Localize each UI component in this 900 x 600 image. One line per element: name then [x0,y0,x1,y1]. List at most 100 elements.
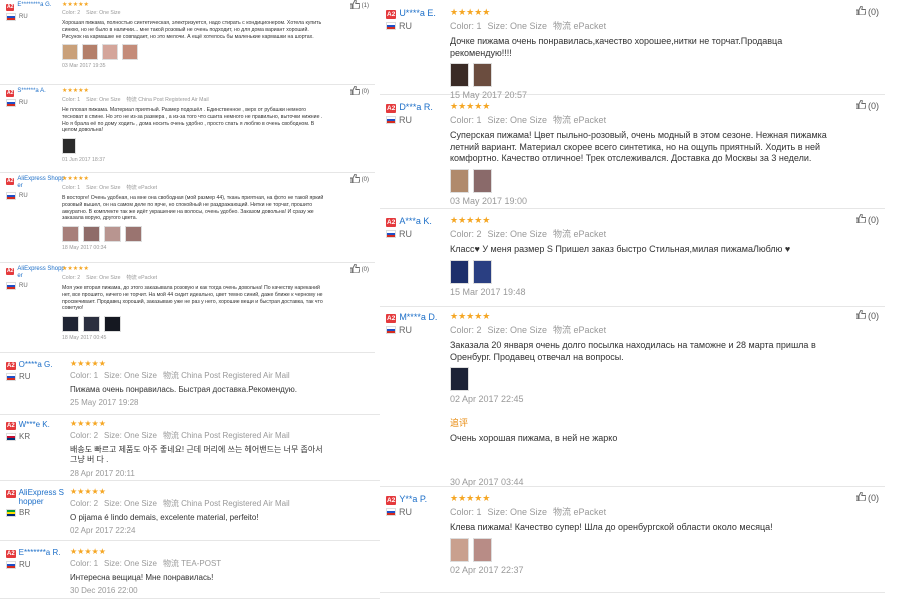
sku-size: Size: One Size [104,499,157,508]
reviewer-name[interactable]: AliExpress Shopper [17,176,66,190]
shipping-method: 物流 ePacket [553,325,607,335]
helpful-vote[interactable]: (0) [855,5,879,17]
reviewer-country: BR [6,508,66,517]
reviewer-name[interactable]: A***a K. [399,216,432,226]
reviewer-header: A2 D***a R. [386,102,446,113]
star-rating: ★★★★★ [62,266,89,272]
reviewer-header: A2 Y**a P. [386,494,446,505]
review-photo-thumbnail[interactable] [82,44,98,61]
country-flag-icon [386,508,396,516]
review-photo-thumbnail[interactable] [450,367,469,392]
helpful-vote[interactable]: (0) [855,213,879,225]
reviewer-name[interactable]: S******a A. [17,88,45,95]
thumbs-up-icon[interactable] [855,309,867,321]
review-photo-thumbnail[interactable] [62,316,79,332]
helpful-count: (0) [868,310,879,321]
reviewer-header: A2 AliExpress Shopper [6,176,66,190]
thumbs-up-icon[interactable] [855,5,867,17]
helpful-vote[interactable]: (0) [349,263,369,275]
review-photo-thumbnail[interactable] [62,44,78,61]
helpful-count: (0) [868,6,879,17]
sku-size: Size: One Size [487,229,548,239]
review-photo-thumbnail[interactable] [125,226,142,242]
country-code: KR [19,432,31,441]
review-photo-thumbnail[interactable] [473,63,492,88]
thumbs-up-icon[interactable] [349,173,361,185]
reviewer-name[interactable]: W***e K. [19,420,50,429]
helpful-vote[interactable]: (0) [349,173,369,185]
reviewer-level-badge: A2 [6,178,15,185]
reviewer-header: A2 E********a G. [6,2,66,11]
reviewer-name[interactable]: E*******a R. [19,548,61,557]
reviewer-country: RU [386,507,446,517]
shipping-method: 物流 China Post Registered Air Mail [126,97,209,103]
reviewer-level-badge: A2 [6,4,15,11]
review-item: A2 D***a R. RU ★★★★★ Color: 1 Size: One Size 物… [380,99,885,209]
reviewer-info: A2 E********a G. RU [6,2,66,21]
thumbs-up-icon[interactable] [349,85,361,97]
review-photo-thumbnail[interactable] [473,537,492,562]
review-body: ★★★★★ Color: 2 Size: One Size Хорошая пижам… [62,2,325,69]
star-rating: ★★★★★ [70,359,106,368]
review-photo-thumbnail[interactable] [62,226,79,242]
review-photo-thumbnail[interactable] [102,44,118,61]
helpful-vote[interactable]: (0) [855,491,879,503]
thumbs-up-icon[interactable] [349,0,361,11]
review-body: ★★★★★ Color: 2 Size: One Size 物流 ePacket Моя… [62,266,325,341]
country-flag-icon [6,99,16,107]
review-photo-thumbnail[interactable] [450,169,469,194]
reviewer-level-badge: A2 [6,490,16,498]
helpful-vote[interactable]: (1) [349,0,369,11]
review-sku-info: Color: 1 Size: One Size 物流 China Post Regi… [62,96,325,103]
review-photo-thumbnail[interactable] [83,226,100,242]
reviewer-level-badge: A2 [386,10,397,19]
review-date: 03 May 2017 19:00 [450,196,528,207]
helpful-vote[interactable]: (0) [855,99,879,111]
review-photos [450,537,835,562]
review-photo-thumbnail[interactable] [450,259,469,284]
reviewer-name[interactable]: AliExpress Shopper [17,266,66,280]
review-text: Дочке пижама очень понравилась,качество … [450,36,783,58]
star-rating: ★★★★★ [62,2,89,8]
star-rating: ★★★★★ [70,487,106,496]
thumbs-up-icon[interactable] [855,99,867,111]
reviewer-name[interactable]: D***a R. [399,102,433,112]
helpful-vote[interactable]: (0) [855,309,879,321]
country-flag-icon [6,508,16,517]
review-sku-info: Color: 1 Size: One Size 物流 TEA-POST [70,558,330,569]
reviewer-country: KR [6,432,66,441]
review-photos [450,367,835,392]
reviewer-name[interactable]: U****a E. [399,8,436,18]
review-photo-thumbnail[interactable] [473,169,492,194]
star-rating: ★★★★★ [70,419,106,428]
reviewer-name[interactable]: AliExpress Shopper [19,488,66,506]
thumbs-up-icon[interactable] [855,491,867,503]
review-text: Не плохая пижама. Материал приятный. Раз… [62,107,323,134]
review-photo-thumbnail[interactable] [450,537,469,562]
reviewer-name[interactable]: Y**a P. [399,494,427,504]
review-item: A2 Y**a P. RU ★★★★★ Color: 1 Size: One Size 物流… [380,491,885,593]
reviewer-name[interactable]: O****a G. [19,360,53,369]
thumbs-up-icon[interactable] [349,263,361,275]
sku-size: Size: One Size [104,371,157,380]
country-flag-icon [386,116,396,124]
review-photo-thumbnail[interactable] [104,226,121,242]
review-photo-thumbnail[interactable] [62,138,76,154]
review-photo-thumbnail[interactable] [83,316,100,332]
review-photo-thumbnail[interactable] [122,44,138,61]
country-flag-icon [6,13,16,21]
country-code: RU [19,100,28,106]
reviewer-header: A2 O****a G. [6,360,66,370]
helpful-vote[interactable]: (0) [349,85,369,97]
review-date: 02 Apr 2017 22:37 [450,564,524,575]
reviewer-name[interactable]: M****a D. [399,312,437,322]
review-photo-thumbnail[interactable] [450,63,469,88]
review-photo-thumbnail[interactable] [473,259,492,284]
reviewer-name[interactable]: E********a G. [17,2,51,9]
country-flag-icon [386,22,396,30]
review-item: A2 O****a G. RU ★★★★★ Color: 1 Size: One Size… [0,358,380,415]
shipping-method: 物流 ePacket [553,507,607,517]
thumbs-up-icon[interactable] [855,213,867,225]
review-date: 15 Mar 2017 19:48 [450,286,526,297]
review-photo-thumbnail[interactable] [104,316,121,332]
